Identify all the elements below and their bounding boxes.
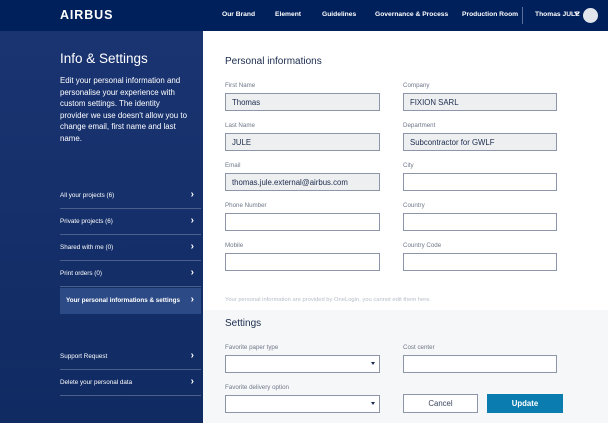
sidebar-title: Info & Settings xyxy=(60,51,148,66)
paper-type-label: Favorite paper type xyxy=(225,344,279,351)
country-input[interactable] xyxy=(403,213,557,231)
sidebar-item-shared-with-me[interactable]: Shared with me (0) › xyxy=(60,235,201,261)
chevron-right-icon: › xyxy=(190,241,194,252)
email-field: thomas.jule.external@airbus.com xyxy=(225,173,380,191)
paper-type-select[interactable] xyxy=(225,355,380,373)
avatar[interactable] xyxy=(583,8,598,23)
chevron-right-icon: › xyxy=(190,376,194,387)
company-label: Company xyxy=(403,82,430,89)
nav-production-room[interactable]: Production Room xyxy=(462,11,518,18)
nav-divider xyxy=(522,7,523,24)
nav-our-brand[interactable]: Our Brand xyxy=(222,11,255,18)
city-input[interactable] xyxy=(403,173,557,191)
cost-center-input[interactable] xyxy=(403,355,557,373)
phone-input[interactable] xyxy=(225,213,380,231)
country-code-input[interactable] xyxy=(403,253,557,271)
chevron-right-icon: › xyxy=(190,267,194,278)
nav-governance-process[interactable]: Governance & Process xyxy=(375,11,448,18)
chevron-right-icon: › xyxy=(190,350,194,361)
user-menu-name[interactable]: Thomas JULE xyxy=(535,11,580,18)
airbus-logo[interactable]: AIRBUS xyxy=(60,8,113,22)
sidebar-description: Edit your personal information and perso… xyxy=(60,76,187,143)
sidebar-item-support-request[interactable]: Support Request › xyxy=(60,344,201,370)
caret-down-icon xyxy=(371,402,375,405)
chevron-right-icon: › xyxy=(190,215,194,226)
email-label: Email xyxy=(225,162,241,169)
cost-center-label: Cost center xyxy=(403,344,435,351)
onelogin-note: Your personal information are provided b… xyxy=(225,297,432,303)
phone-label: Phone Number xyxy=(225,202,267,209)
first-name-label: First Name xyxy=(225,82,256,89)
sidebar-item-all-projects[interactable]: All your projects (6) › xyxy=(60,183,201,209)
sidebar-item-print-orders[interactable]: Print orders (0) › xyxy=(60,261,201,287)
sidebar-item-label: Shared with me (0) xyxy=(60,244,114,251)
sidebar-item-label: Private projects (6) xyxy=(60,218,113,225)
chevron-right-icon: › xyxy=(190,189,194,200)
mobile-label: Mobile xyxy=(225,242,244,249)
nav-guidelines[interactable]: Guidelines xyxy=(322,11,356,18)
caret-down-icon xyxy=(371,362,375,365)
country-label: Country xyxy=(403,202,425,209)
settings-title: Settings xyxy=(225,318,262,329)
sidebar-item-label: Delete your personal data xyxy=(60,379,133,386)
last-name-field: JULE xyxy=(225,133,380,151)
sidebar-item-private-projects[interactable]: Private projects (6) › xyxy=(60,209,201,235)
sidebar-item-label: Print orders (0) xyxy=(60,270,102,277)
city-label: City xyxy=(403,162,414,169)
sidebar-item-label: Your personal informations & settings xyxy=(66,297,180,304)
top-navigation-bar: AIRBUS Our Brand Element Guidelines Gove… xyxy=(0,0,608,31)
sidebar-item-label: Support Request xyxy=(60,353,108,360)
chevron-right-icon: › xyxy=(190,294,194,305)
company-field: FIXION SARL xyxy=(403,93,557,111)
nav-element[interactable]: Element xyxy=(275,11,301,18)
update-button[interactable]: Update xyxy=(487,394,563,413)
department-label: Department xyxy=(403,122,436,129)
country-code-label: Country Code xyxy=(403,242,442,249)
delivery-option-label: Favorite delivery option xyxy=(225,384,289,391)
mobile-input[interactable] xyxy=(225,253,380,271)
sidebar-item-delete-data[interactable]: Delete your personal data › xyxy=(60,370,201,396)
sidebar-item-label: All your projects (6) xyxy=(60,192,115,199)
personal-info-title: Personal informations xyxy=(225,56,322,67)
last-name-label: Last Name xyxy=(225,122,255,129)
first-name-field: Thomas xyxy=(225,93,380,111)
delivery-option-select[interactable] xyxy=(225,395,380,413)
chevron-down-icon[interactable] xyxy=(574,10,580,18)
sidebar-item-personal-settings[interactable]: Your personal informations & settings › xyxy=(60,288,201,314)
department-field: Subcontractor for GWLF xyxy=(403,133,557,151)
cancel-button[interactable]: Cancel xyxy=(403,394,478,413)
